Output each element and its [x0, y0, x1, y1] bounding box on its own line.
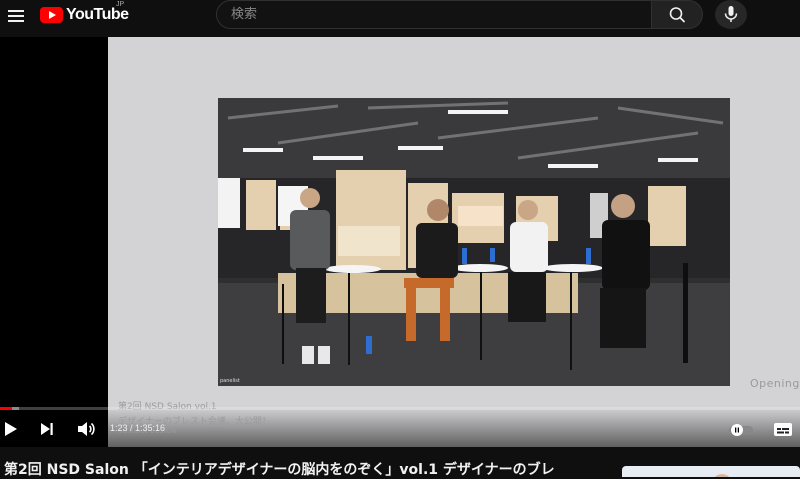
volume-button[interactable] — [74, 418, 98, 440]
play-button[interactable] — [0, 418, 22, 440]
menu-icon[interactable] — [6, 5, 28, 27]
youtube-logo[interactable]: YouTube — [40, 5, 129, 25]
slide-opening-text: Opening — [750, 377, 800, 390]
search-input[interactable] — [231, 1, 631, 28]
search-button[interactable] — [651, 0, 703, 29]
subtitles-button[interactable] — [771, 419, 795, 439]
subtitles-icon — [774, 423, 792, 436]
play-icon — [5, 422, 17, 436]
mic-icon — [724, 6, 738, 22]
video-title: 第2回 NSD Salon 「インテリアデザイナーの脳内をのぞく」vol.1 デ… — [4, 462, 555, 478]
masthead: YouTube JP — [0, 0, 800, 37]
search-icon — [669, 7, 685, 23]
logo-region: JP — [116, 1, 125, 8]
autoplay-toggle[interactable] — [728, 422, 754, 436]
next-button[interactable] — [36, 418, 58, 440]
progress-bar[interactable] — [0, 407, 800, 410]
related-video-thumbnail[interactable] — [622, 466, 800, 477]
related-thumbnail-image — [622, 470, 800, 477]
youtube-logo-icon — [40, 7, 63, 23]
frame-label: panelist — [220, 378, 240, 384]
panel-video-frame: panelist — [218, 98, 730, 386]
voice-search-button[interactable] — [715, 0, 747, 29]
panel-scene-image — [218, 98, 730, 386]
time-display: 1:23 / 1:35:16 — [110, 423, 166, 433]
volume-icon — [78, 422, 95, 436]
autoplay-toggle-icon — [729, 424, 753, 436]
logo-text: YouTube — [66, 6, 129, 23]
progress-played — [0, 407, 12, 410]
next-icon — [41, 423, 53, 435]
search-box — [216, 0, 652, 29]
video-player[interactable]: Opening panelist 第2回 NSD Salon vol.1 デザイ… — [0, 37, 800, 447]
